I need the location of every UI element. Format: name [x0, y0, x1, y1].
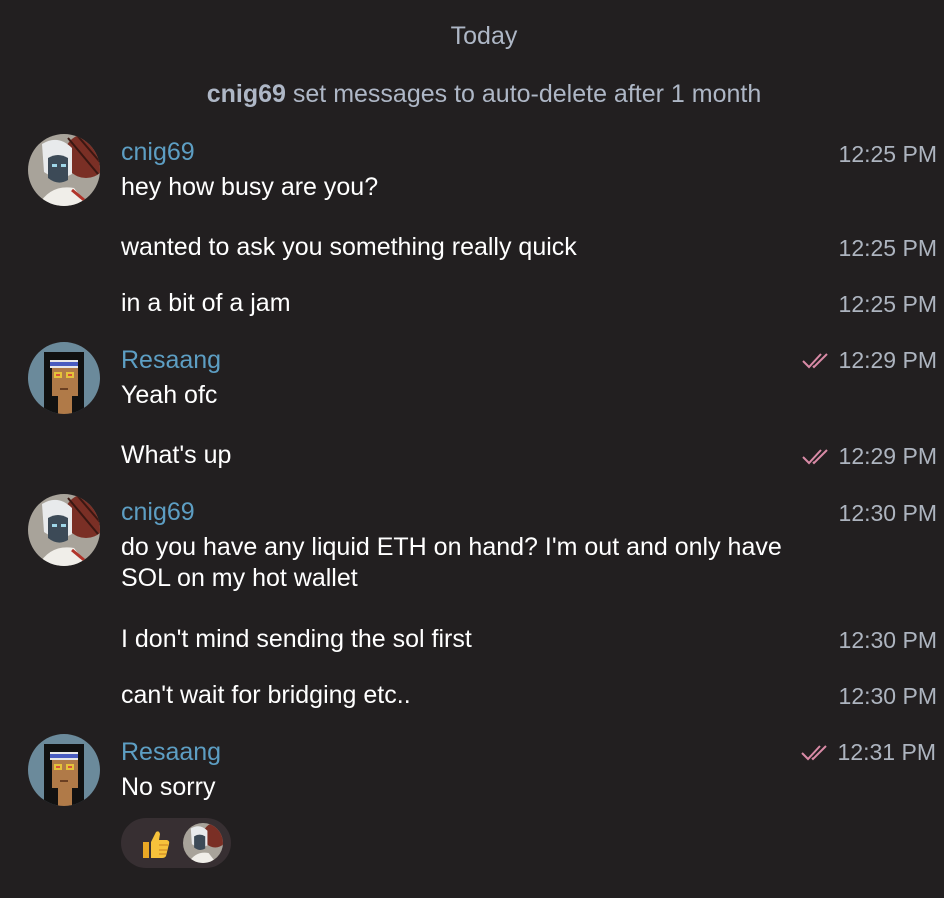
- message-time: 12:29 PM: [838, 443, 937, 469]
- message-time: 12:30 PM: [838, 683, 937, 709]
- message-text[interactable]: No sorry: [121, 772, 801, 803]
- sender-name[interactable]: Resaang: [121, 738, 221, 767]
- message-text[interactable]: hey how busy are you?: [121, 172, 801, 203]
- reaction-user-avatar: [183, 823, 223, 863]
- service-message-text: set messages to auto-delete after 1 mont…: [292, 80, 762, 108]
- service-message-user[interactable]: cnig69: [207, 80, 286, 108]
- cnig69-avatar[interactable]: [28, 134, 100, 206]
- cnig69-avatar[interactable]: [28, 494, 100, 566]
- double-check-icon: [801, 352, 828, 368]
- message-text[interactable]: do you have any liquid ETH on hand? I'm …: [121, 532, 801, 594]
- date-separator: Today: [450, 22, 518, 50]
- message-text[interactable]: I don't mind sending the sol first: [121, 624, 801, 655]
- message-time: 12:25 PM: [838, 141, 937, 167]
- resaang-avatar[interactable]: [28, 734, 100, 806]
- sender-name[interactable]: Resaang: [121, 346, 221, 375]
- message-text[interactable]: can't wait for bridging etc..: [121, 680, 801, 711]
- resaang-avatar[interactable]: [28, 342, 100, 414]
- message-text[interactable]: wanted to ask you something really quick: [121, 232, 801, 263]
- message-text[interactable]: Yeah ofc: [121, 380, 801, 411]
- message-time-row: 12:29 PM: [801, 443, 937, 470]
- double-check-icon: [800, 744, 827, 760]
- service-message: cnig69 set messages to auto-delete after…: [0, 80, 944, 109]
- message-time: 12:30 PM: [838, 500, 937, 526]
- thumbs-up-icon: [143, 831, 170, 858]
- chat-view: Today cnig69 set messages to auto-delete…: [0, 0, 944, 898]
- reaction-pill[interactable]: [121, 818, 231, 868]
- message-time: 12:30 PM: [838, 627, 937, 653]
- message-text[interactable]: What's up: [121, 440, 801, 471]
- message-time: 12:25 PM: [838, 291, 937, 317]
- message-time: 12:31 PM: [837, 739, 936, 765]
- double-check-icon: [801, 448, 828, 464]
- message-text[interactable]: in a bit of a jam: [121, 288, 801, 319]
- sender-name[interactable]: cnig69: [121, 138, 195, 167]
- message-time-row: 12:31 PM: [800, 739, 936, 766]
- sender-name[interactable]: cnig69: [121, 498, 195, 527]
- message-time-row: 12:29 PM: [801, 347, 937, 374]
- message-time: 12:29 PM: [838, 347, 937, 373]
- message-time: 12:25 PM: [838, 235, 937, 261]
